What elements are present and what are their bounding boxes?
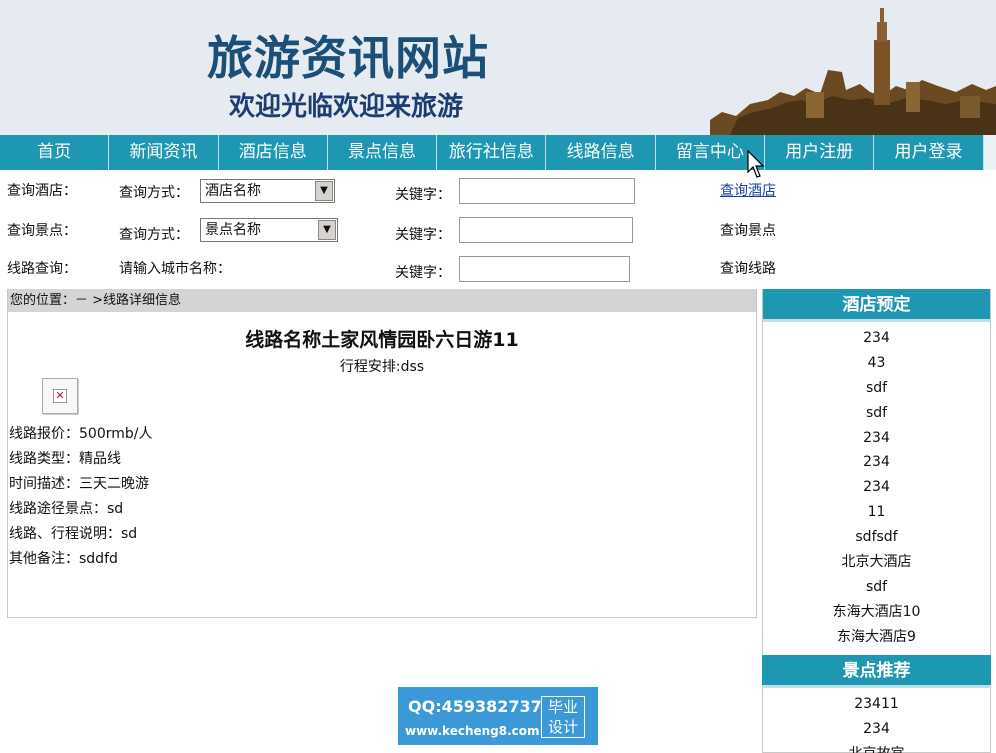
spot-keyword-label: 关键字： <box>395 227 451 243</box>
route-search-link[interactable]: 查询线路 <box>720 258 776 278</box>
spot-list-item[interactable]: 北京故宫 <box>762 742 991 753</box>
nav-news[interactable]: 新闻资讯 <box>109 135 219 170</box>
hotel-list-item[interactable]: 11 <box>763 500 990 525</box>
hotel-search-link[interactable]: 查询酒店 <box>720 180 776 200</box>
nav-hotels[interactable]: 酒店信息 <box>219 135 328 170</box>
broken-image-icon: ✕ <box>42 378 78 414</box>
breadcrumb: 您的位置：－ >线路详细信息 <box>8 289 756 312</box>
spot-method-value: 景点名称 <box>205 222 261 238</box>
hotel-list-item[interactable]: 东海大酒店10 <box>763 600 990 625</box>
route-search-row: 线路查询： 请输入城市名称： 关键字： 查询线路 <box>0 254 996 290</box>
route-search-label: 线路查询： <box>7 261 77 277</box>
hotel-list-item[interactable]: 北京大酒店 <box>763 550 990 575</box>
watermark-logo-line1: 毕业 <box>547 698 578 716</box>
route-keyword-label: 关键字： <box>395 265 451 281</box>
nav-routes[interactable]: 线路信息 <box>546 135 656 170</box>
route-type: 线路类型：精品线 <box>9 451 121 467</box>
hotel-list-item[interactable]: 234 <box>763 426 990 451</box>
hotel-list-item[interactable]: 234 <box>763 475 990 500</box>
site-subtitle: 欢迎光临欢迎来旅游 <box>229 92 464 122</box>
hotel-list-item[interactable]: sdf <box>763 575 990 600</box>
hotel-list-item[interactable]: 东海大酒店9 <box>763 625 990 650</box>
route-description: 线路、行程说明：sd <box>9 526 138 542</box>
route-notes: 其他备注：sddfd <box>9 551 118 567</box>
watermark-badge: QQ:459382737 www.kecheng8.com 毕业 设计 <box>398 687 598 745</box>
chevron-down-icon: ▼ <box>318 220 336 240</box>
spot-list: 23411 234 北京故宫 <box>762 688 991 753</box>
route-details: 线路报价：500rmb/人 线路类型：精品线 时间描述：三天二晚游 线路途径景点… <box>9 422 152 572</box>
watermark-url: www.kecheng8.com <box>405 724 540 738</box>
hotel-list-item[interactable]: 234 <box>763 450 990 475</box>
hotel-list-item[interactable]: sdf <box>763 401 990 426</box>
chevron-down-icon: ▼ <box>315 181 333 201</box>
main-nav: 首页 新闻资讯 酒店信息 景点信息 旅行社信息 线路信息 留言中心 用户注册 用… <box>0 135 996 170</box>
spot-method-select[interactable]: 景点名称 ▼ <box>200 218 338 242</box>
city-skyline-image <box>710 0 996 135</box>
spot-search-row: 查询景点： 查询方式： 景点名称 ▼ 关键字： 查询景点 <box>0 214 996 250</box>
route-detail-panel: 您的位置：－ >线路详细信息 线路名称土家风情园卧六日游11 行程安排:dss … <box>7 289 757 618</box>
spot-search-link[interactable]: 查询景点 <box>720 220 776 240</box>
nav-agencies[interactable]: 旅行社信息 <box>437 135 547 170</box>
sidebar: 酒店预定 234 43 sdf sdf 234 234 234 11 sdfsd… <box>762 289 991 753</box>
route-keyword-input[interactable] <box>459 256 630 282</box>
hotel-method-label: 查询方式： <box>119 185 189 201</box>
search-panel: 查询酒店： 查询方式： 酒店名称 ▼ 关键字： 查询酒店 查询景点： 查询方式：… <box>0 170 996 288</box>
hotel-list-item[interactable]: 234 <box>763 326 990 351</box>
route-duration: 时间描述：三天二晚游 <box>9 476 149 492</box>
route-city-prompt: 请输入城市名称： <box>119 261 231 277</box>
spot-recommend-header: 景点推荐 <box>762 655 991 688</box>
nav-spacer <box>983 135 996 170</box>
route-title: 线路名称土家风情园卧六日游11 <box>245 329 519 351</box>
watermark-logo: 毕业 设计 <box>541 696 585 738</box>
hotel-list-item[interactable]: sdfsdf <box>763 525 990 550</box>
site-header: 旅游资讯网站 欢迎光临欢迎来旅游 <box>0 0 996 135</box>
hotel-keyword-label: 关键字： <box>395 187 451 203</box>
spot-recommend-section: 景点推荐 23411 234 北京故宫 <box>762 655 991 753</box>
hotel-method-select[interactable]: 酒店名称 ▼ <box>200 179 335 203</box>
hotel-list: 234 43 sdf sdf 234 234 234 11 sdfsdf 北京大… <box>763 322 990 650</box>
mouse-cursor-icon <box>747 150 765 178</box>
hotel-search-row: 查询酒店： 查询方式： 酒店名称 ▼ 关键字： 查询酒店 <box>0 176 996 212</box>
spot-search-label: 查询景点： <box>7 223 77 239</box>
spot-list-item[interactable]: 23411 <box>762 692 991 717</box>
hotel-keyword-input[interactable] <box>459 178 635 204</box>
hotel-search-label: 查询酒店： <box>7 183 77 199</box>
nav-login[interactable]: 用户登录 <box>874 135 984 170</box>
watermark-logo-line2: 设计 <box>547 718 578 736</box>
hotel-list-item[interactable]: 43 <box>763 351 990 376</box>
hotel-booking-header: 酒店预定 <box>763 289 990 322</box>
spot-list-item[interactable]: 234 <box>762 717 991 742</box>
nav-register[interactable]: 用户注册 <box>765 135 875 170</box>
route-schedule: 行程安排:dss <box>339 359 425 375</box>
nav-home[interactable]: 首页 <box>0 135 110 170</box>
spot-keyword-input[interactable] <box>459 217 633 243</box>
route-price: 线路报价：500rmb/人 <box>9 426 153 442</box>
route-spots: 线路途径景点：sd <box>9 501 124 517</box>
nav-spots[interactable]: 景点信息 <box>328 135 438 170</box>
watermark-qq: QQ:459382737 <box>408 697 542 716</box>
spot-method-label: 查询方式： <box>119 227 189 243</box>
hotel-list-item[interactable]: sdf <box>763 376 990 401</box>
hotel-method-value: 酒店名称 <box>205 183 261 199</box>
site-title: 旅游资讯网站 <box>207 31 489 85</box>
